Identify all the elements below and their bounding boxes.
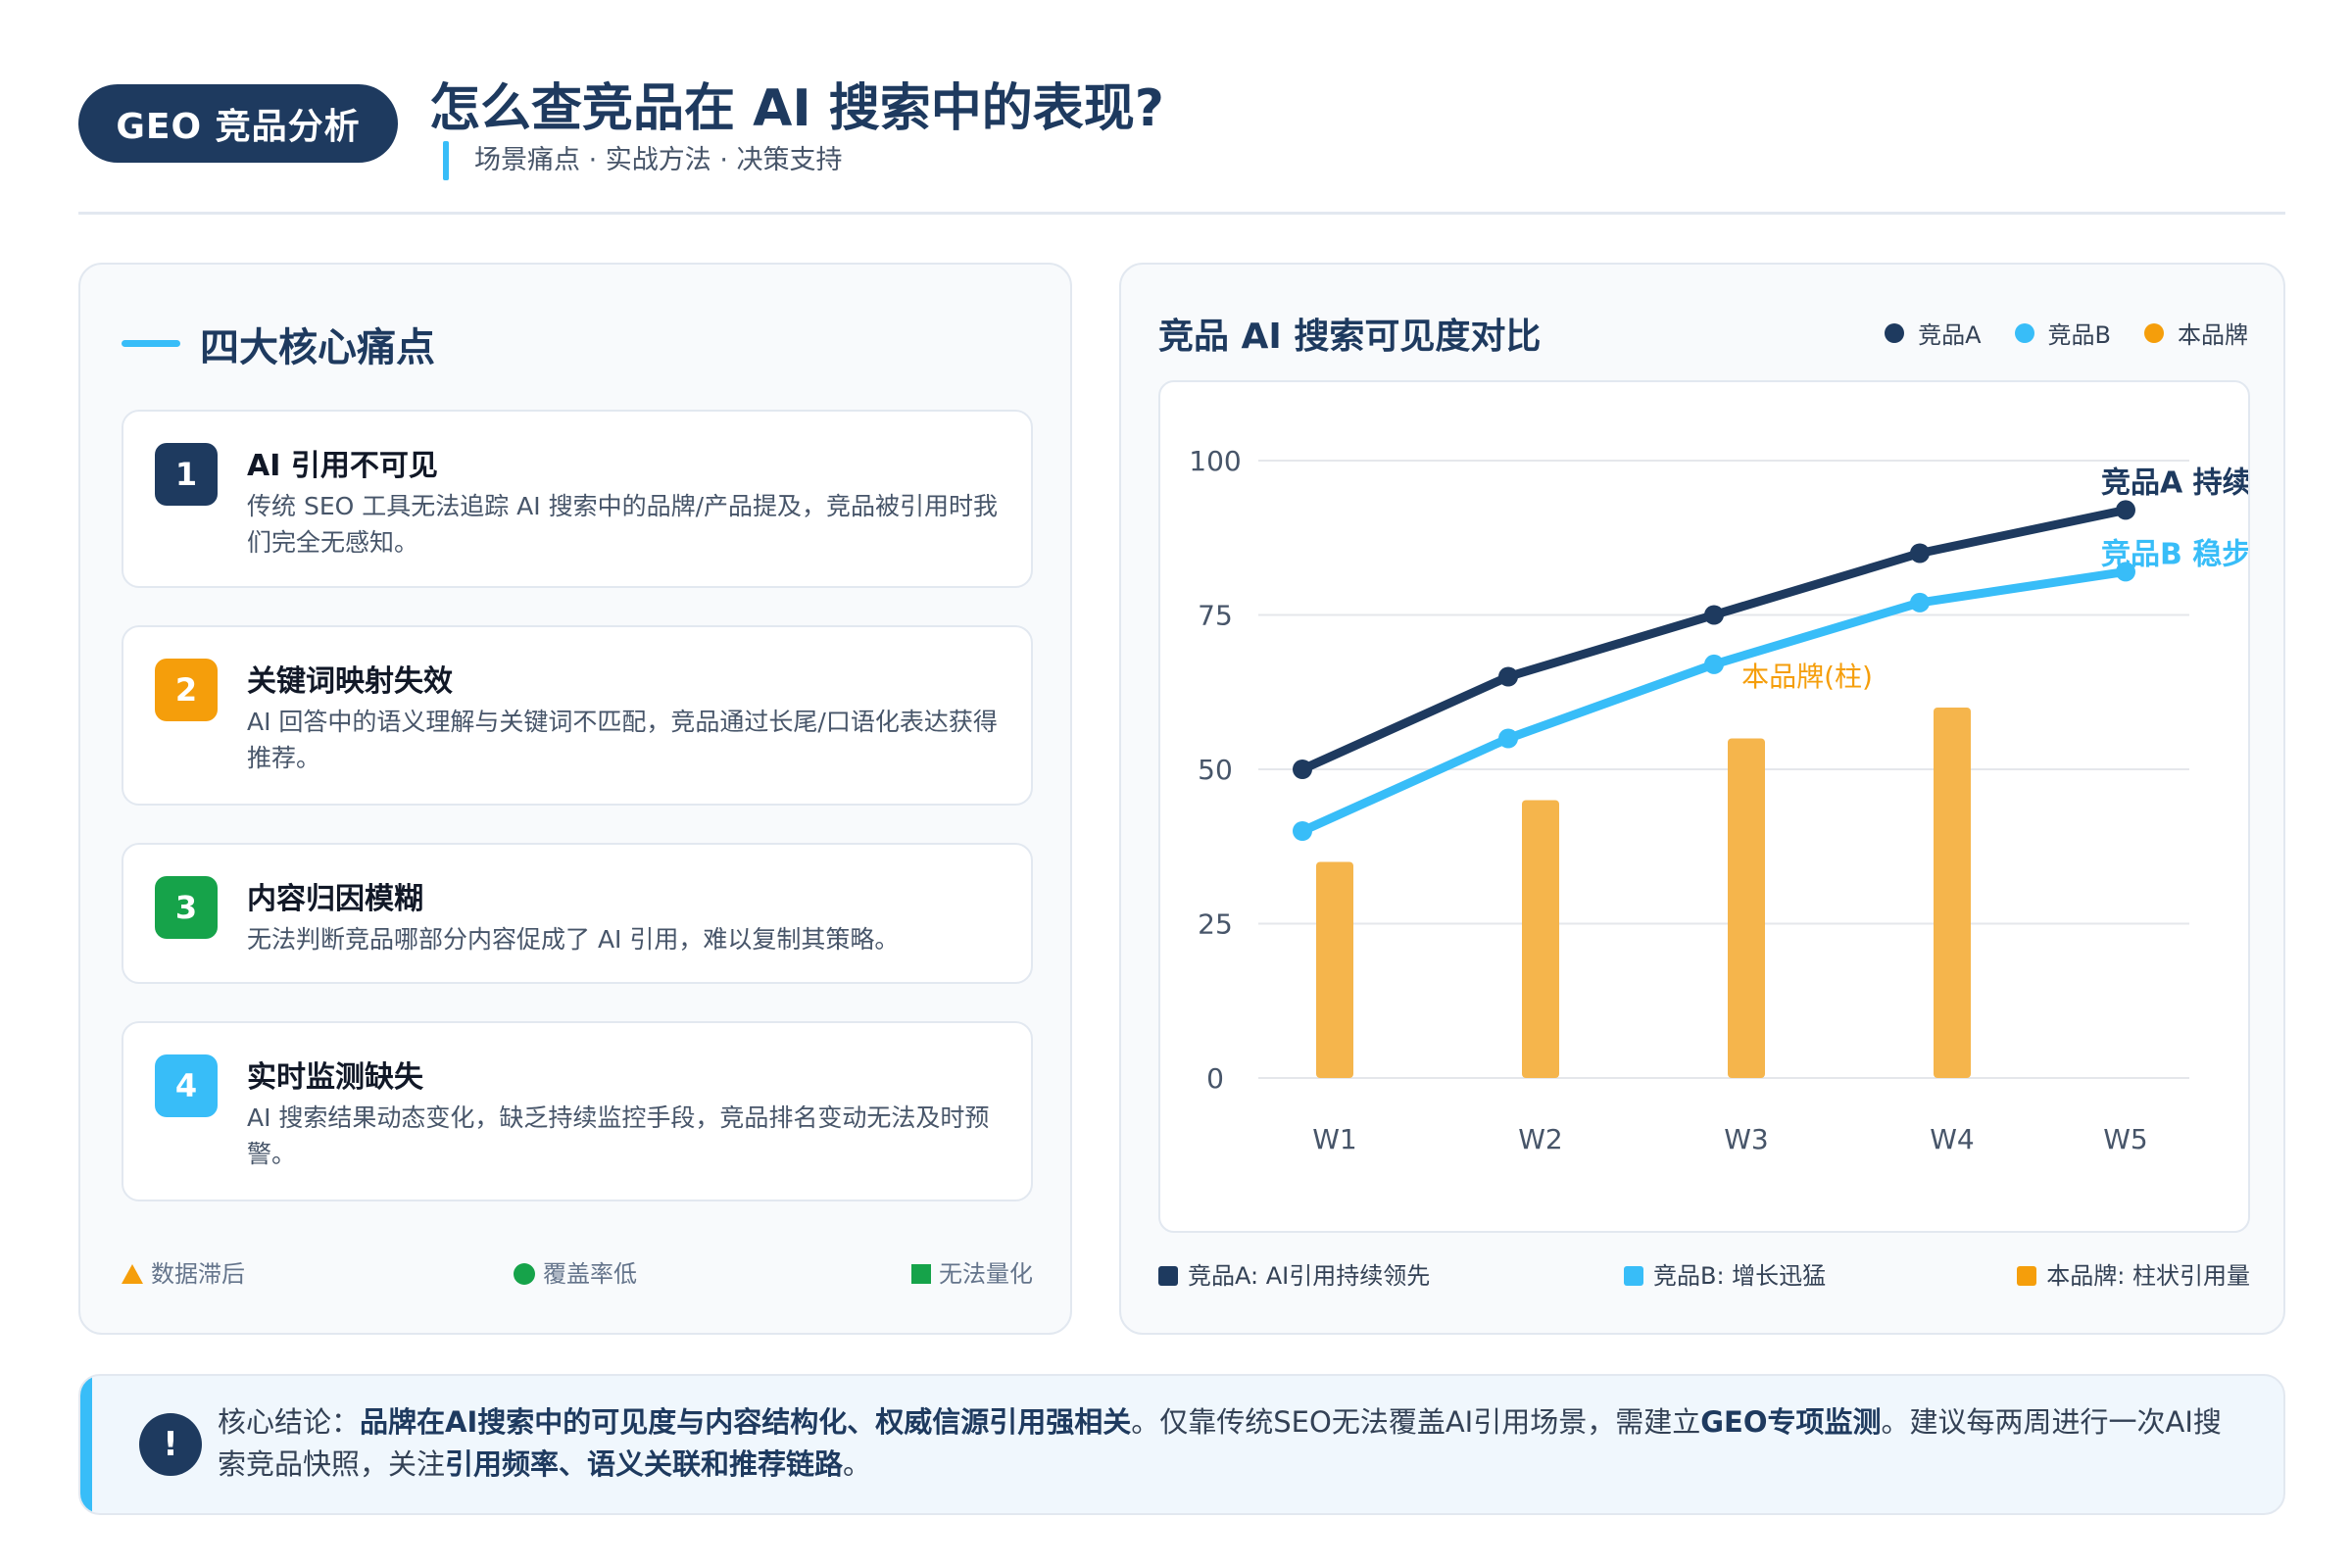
card-title: 内容归因模糊: [247, 882, 423, 916]
card-title: 实时监测缺失: [247, 1060, 423, 1095]
competitor-a-line: [1298, 505, 2131, 774]
legend-swatch: [2017, 1266, 2037, 1286]
competitor-a-point: [1910, 543, 1930, 564]
competitor-b-point: [1704, 654, 1724, 674]
card-description: 无法判断竞品哪部分内容促成了 AI 引用，难以复制其策略。: [247, 925, 900, 954]
conclusion-part: 。: [843, 1447, 872, 1481]
competitor-a-point: [1704, 605, 1724, 625]
own-brand-bar: [1728, 738, 1765, 1078]
card-number-badge: 3: [155, 876, 218, 939]
pain-card-3: 3 内容归因模糊 无法判断竞品哪部分内容促成了 AI 引用，难以复制其策略。: [122, 843, 1033, 984]
card-title: AI 引用不可见: [247, 449, 438, 483]
core-conclusion-box: ! 核心结论：品牌在AI搜索中的可见度与内容结构化、权威信源引用强相关。仅靠传统…: [78, 1374, 2285, 1515]
legend-label: 数据滞后: [151, 1260, 245, 1288]
conclusion-accent-bar: [80, 1376, 92, 1513]
pain-legend: 数据滞后 覆盖率低 无法量化: [122, 1254, 1033, 1294]
competitor-b-point: [1293, 821, 1312, 841]
summary-label: 本品牌: 柱状引用量: [2046, 1262, 2250, 1290]
header-divider: [78, 212, 2285, 215]
warning-triangle-icon: [122, 1264, 143, 1284]
own-brand-bar: [1316, 861, 1353, 1078]
summary-label: 竞品B: 增长迅猛: [1653, 1262, 1827, 1290]
own-brand-bar: [1522, 800, 1559, 1078]
x-tick-label: W2: [1518, 1123, 1563, 1155]
x-tick-label: W1: [1312, 1123, 1357, 1155]
y-tick-label: 25: [1198, 908, 1233, 941]
bar-series-label: 本品牌(柱): [1741, 661, 1873, 693]
y-tick-label: 100: [1189, 445, 1241, 477]
legend-label: 覆盖率低: [543, 1260, 637, 1288]
pain-points-panel: 四大核心痛点 1 AI 引用不可见 传统 SEO 工具无法追踪 AI 搜索中的品…: [78, 263, 1072, 1335]
summary-own-brand: 本品牌: 柱状引用量: [2017, 1256, 2250, 1296]
page-subtitle: 场景痛点 · 实战方法 · 决策支持: [474, 145, 843, 175]
line-bar-chart: 0 25 50 75 100 W1 W2 W3 W4 W5 竞品A 持续上竞品B 稳步增本品牌(柱): [1189, 445, 2248, 1155]
green-square-icon: [911, 1264, 931, 1284]
legend-low-coverage: 覆盖率低: [514, 1254, 637, 1294]
own-brand-bar: [1934, 708, 1971, 1078]
card-number-badge: 2: [155, 659, 218, 721]
card-description: AI 搜索结果动态变化，缺乏持续监控手段，竞品排名变动无法及时预警。: [247, 1103, 990, 1168]
y-tick-label: 0: [1206, 1062, 1224, 1095]
plot-area: 0 25 50 75 100 W1 W2 W3 W4 W5 竞品A 持续上竞品B 稳步增本品牌(柱): [1158, 380, 2250, 1233]
x-tick-label: W3: [1724, 1123, 1769, 1155]
competitor-b-point: [1498, 728, 1518, 749]
pain-card-2: 2 关键词映射失效 AI 回答中的语义理解与关键词不匹配，竞品通过长尾/口语化表…: [122, 625, 1033, 806]
legend-competitor-a: 竞品A: [1885, 316, 1982, 350]
pain-card-1: 1 AI 引用不可见 传统 SEO 工具无法追踪 AI 搜索中的品牌/产品提及，…: [122, 410, 1033, 588]
chart-title: 竞品 AI 搜索可见度对比: [1158, 317, 1542, 357]
legend-swatch: [2014, 322, 2034, 343]
green-dot-icon: [514, 1263, 535, 1285]
subtitle-accent-bar: [443, 141, 449, 180]
exclamation-icon: !: [139, 1413, 202, 1476]
card-description: 传统 SEO 工具无法追踪 AI 搜索中的品牌/产品提及，竞品被引用时我们完全无…: [247, 492, 999, 557]
chart-legend: 竞品A 竞品B 本品牌: [1885, 316, 2248, 350]
y-tick-label: 50: [1198, 754, 1233, 786]
legend-swatch: [1158, 1266, 1178, 1286]
card-description: AI 回答中的语义理解与关键词不匹配，竞品通过长尾/口语化表达获得推荐。: [247, 708, 998, 772]
legend-label: 竞品A: [1918, 321, 1982, 349]
competitor-b-point: [1910, 592, 1930, 612]
competitor-a-point: [2116, 500, 2135, 520]
conclusion-highlight: 品牌在AI搜索中的可见度与内容结构化、权威信源引用强相关: [360, 1405, 1132, 1439]
legend-label: 无法量化: [939, 1260, 1033, 1288]
legend-swatch: [1624, 1266, 1643, 1286]
geo-analysis-badge: GEO 竞品分析: [78, 84, 398, 163]
legend-competitor-b: 竞品B: [2014, 316, 2111, 350]
conclusion-lead: 核心结论：: [218, 1405, 361, 1439]
legend-unquantifiable: 无法量化: [911, 1254, 1033, 1294]
legend-swatch: [2144, 322, 2164, 343]
series-end-label: 竞品B 稳步增: [2101, 537, 2248, 571]
competitor-a-point: [1293, 760, 1312, 779]
legend-label: 本品牌: [2178, 321, 2248, 349]
conclusion-highlight: GEO专项监测: [1700, 1405, 1882, 1439]
pain-card-4: 4 实时监测缺失 AI 搜索结果动态变化，缺乏持续监控手段，竞品排名变动无法及时…: [122, 1021, 1033, 1201]
conclusion-highlight: 引用频率、语义关联和推荐链路: [445, 1447, 844, 1481]
summary-competitor-a: 竞品A: AI引用持续领先: [1158, 1256, 1430, 1296]
legend-data-lag: 数据滞后: [122, 1254, 245, 1294]
legend-swatch: [1885, 322, 1905, 343]
summary-competitor-b: 竞品B: 增长迅猛: [1624, 1256, 1826, 1296]
x-tick-label: W4: [1930, 1123, 1975, 1155]
y-tick-label: 75: [1198, 600, 1233, 632]
competitor-a-point: [1498, 666, 1518, 687]
series-end-label: 竞品A 持续上: [2101, 466, 2248, 500]
section-title-accent: [122, 340, 180, 347]
conclusion-part: 。仅靠传统SEO无法覆盖AI引用场景，需建立: [1131, 1405, 1701, 1439]
chart-summary-legend: 竞品A: AI引用持续领先 竞品B: 增长迅猛 本品牌: 柱状引用量: [1158, 1256, 2250, 1296]
page-title: 怎么查竞品在 AI 搜索中的表现?: [429, 79, 1164, 138]
pain-points-title: 四大核心痛点: [200, 325, 435, 370]
legend-label: 竞品B: [2047, 321, 2111, 349]
x-tick-label: W5: [2103, 1123, 2148, 1155]
card-number-badge: 4: [155, 1054, 218, 1117]
card-number-badge: 1: [155, 443, 218, 506]
legend-own-brand: 本品牌: [2144, 316, 2248, 350]
card-title: 关键词映射失效: [247, 664, 453, 699]
visibility-chart-panel: 竞品 AI 搜索可见度对比 竞品A 竞品B 本品牌 0 25 50 75 100 W1 W2…: [1119, 263, 2285, 1335]
conclusion-text: 核心结论：品牌在AI搜索中的可见度与内容结构化、权威信源引用强相关。仅靠传统SE…: [218, 1401, 2246, 1486]
summary-label: 竞品A: AI引用持续领先: [1188, 1262, 1431, 1290]
